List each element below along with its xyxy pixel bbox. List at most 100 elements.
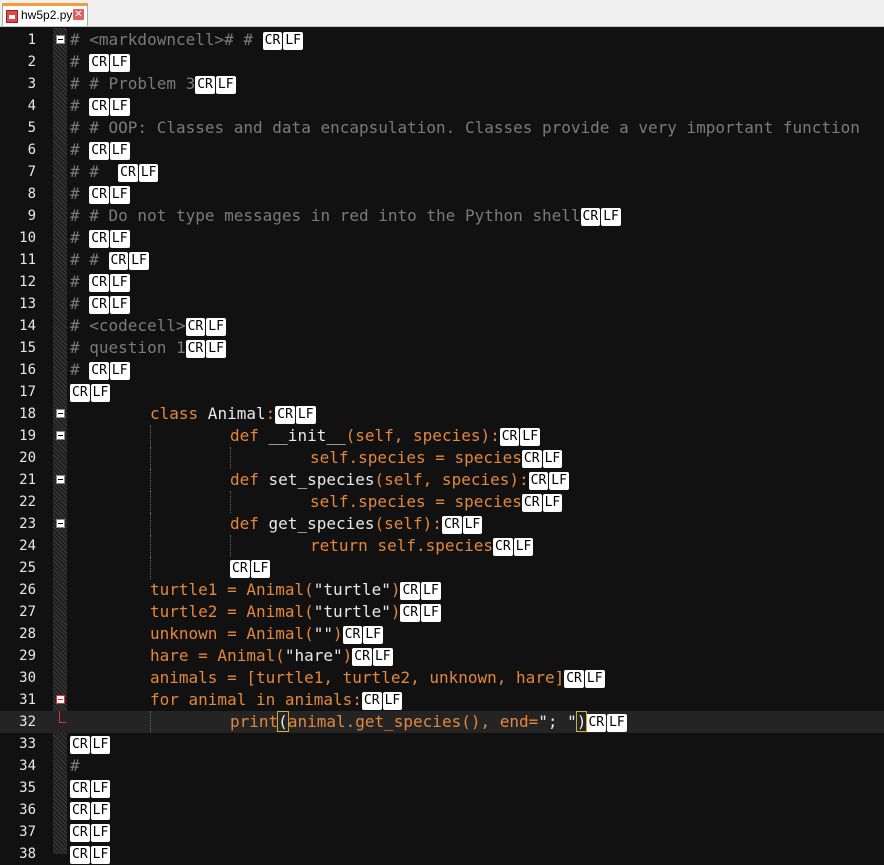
code-text[interactable]: CR LF [70,381,111,403]
code-text[interactable]: hare = Animal("hare") CR LF [150,645,394,667]
code-text[interactable]: CR LF [70,799,111,821]
code-text[interactable]: # CR LF [70,139,131,161]
code-line[interactable]: 16 # CR LF [0,359,884,381]
code-line[interactable]: 9 # # Do not type messages in red into th… [0,205,884,227]
code-text[interactable]: return self.species CR LF [310,535,534,557]
close-icon[interactable]: ✕ [73,9,84,20]
code-line[interactable]: 18 class Animal: CR LF [0,403,884,425]
code-editor[interactable]: 1 # <markdowncell># # CR LF 2 # CR LF 3 # # Pro… [0,28,884,864]
eol-lf-marker: LF [607,714,627,732]
code-token: # <markdowncell># # [70,30,263,49]
code-text[interactable]: # <markdowncell># # CR LF [70,29,304,51]
code-text[interactable]: unknown = Animal("") CR LF [150,623,384,645]
code-text[interactable]: CR LF [70,843,111,865]
code-token: print [230,712,279,731]
code-text[interactable]: # CR LF [70,359,131,381]
code-line[interactable]: 8 # CR LF [0,183,884,205]
code-line[interactable]: 38 CR LF [0,843,884,865]
code-line[interactable]: 19 def __init__(self, species): CR LF [0,425,884,447]
code-line[interactable]: 3 # # Problem 3 CR LF [0,73,884,95]
code-text[interactable]: # # Do not type messages in red into the… [70,205,622,227]
code-token: # # Do not type messages in red into the… [70,206,581,225]
code-text[interactable]: animals = [turtle1, turtle2, unknown, ha… [150,667,606,689]
code-line[interactable]: 36 CR LF [0,799,884,821]
code-text[interactable]: CR LF [230,557,271,579]
code-line[interactable]: 10 # CR LF [0,227,884,249]
code-token: # # OOP: Classes and data encapsulation.… [70,118,860,137]
line-number: 17 [19,384,36,400]
code-text[interactable]: # CR LF [70,183,131,205]
fold-toggle-icon[interactable] [56,409,65,418]
line-number: 4 [27,98,36,114]
code-line[interactable]: 13 # CR LF [0,293,884,315]
code-line[interactable]: 35 CR LF [0,777,884,799]
code-text[interactable]: turtle1 = Animal("turtle") CR LF [150,579,442,601]
code-line[interactable]: 32 print(animal.get_species(), end="; ") C… [0,711,884,733]
code-line[interactable]: 29 hare = Animal("hare") CR LF [0,645,884,667]
code-text[interactable]: for animal in animals: CR LF [150,689,403,711]
code-line[interactable]: 37 CR LF [0,821,884,843]
code-text[interactable]: class Animal: CR LF [150,403,317,425]
code-line[interactable]: 26 turtle1 = Animal("turtle") CR LF [0,579,884,601]
code-line[interactable]: 30 animals = [turtle1, turtle2, unknown, … [0,667,884,689]
code-line[interactable]: 6 # CR LF [0,139,884,161]
code-text[interactable]: # # OOP: Classes and data encapsulation.… [70,117,860,139]
code-line[interactable]: 34 # [0,755,884,777]
code-line[interactable]: 24 return self.species CR LF [0,535,884,557]
code-text[interactable]: # CR LF [70,271,131,293]
code-token: # # Problem 3 [70,74,196,93]
eol-cr-marker: CR [70,846,90,864]
code-text[interactable]: # CR LF [70,51,131,73]
fold-toggle-icon[interactable] [56,695,65,704]
code-line[interactable]: 4 # CR LF [0,95,884,117]
code-text[interactable]: CR LF [70,821,111,843]
code-text[interactable]: CR LF [70,733,111,755]
code-text[interactable]: self.species = species CR LF [310,447,563,469]
code-line[interactable]: 5 # # OOP: Classes and data encapsulation… [0,117,884,139]
code-text[interactable]: # CR LF [70,227,131,249]
code-text[interactable]: def __init__(self, species): CR LF [230,425,541,447]
code-line[interactable]: 22 self.species = species CR LF [0,491,884,513]
code-text[interactable]: turtle2 = Animal("turtle") CR LF [150,601,442,623]
eol-cr-marker: CR [89,230,109,248]
code-text[interactable]: # [70,755,80,777]
code-line[interactable]: 28 unknown = Animal("") CR LF [0,623,884,645]
eol-lf-marker: LF [90,802,111,820]
code-text[interactable]: # CR LF [70,293,131,315]
code-text[interactable]: # CR LF [70,95,131,117]
code-line[interactable]: 25 CR LF [0,557,884,579]
code-line[interactable]: 12 # CR LF [0,271,884,293]
code-line[interactable]: 23 def get_species(self): CR LF [0,513,884,535]
fold-toggle-icon[interactable] [56,519,65,528]
code-text[interactable]: CR LF [70,777,111,799]
code-line[interactable]: 14 # <codecell> CR LF [0,315,884,337]
code-text[interactable]: def get_species(self): CR LF [230,513,483,535]
code-text[interactable]: # question 1 CR LF [70,337,227,359]
fold-toggle-icon[interactable] [56,431,65,440]
code-line[interactable]: 2 # CR LF [0,51,884,73]
code-text[interactable]: # # CR LF [70,249,150,271]
code-text[interactable]: print(animal.get_species(), end="; ") CR L… [230,711,628,733]
code-text[interactable]: def set_species(self, species): CR LF [230,469,570,491]
code-text[interactable]: self.species = species CR LF [310,491,563,513]
eol-cr-marker: CR [118,164,138,182]
code-line[interactable]: 31 for animal in animals: CR LF [0,689,884,711]
code-line[interactable]: 1 # <markdowncell># # CR LF [0,29,884,51]
code-line[interactable]: 17 CR LF [0,381,884,403]
code-line[interactable]: 27 turtle2 = Animal("turtle") CR LF [0,601,884,623]
code-line[interactable]: 20 self.species = species CR LF [0,447,884,469]
code-token: # <codecell> [70,316,186,335]
code-line[interactable]: 7 # # CR LF [0,161,884,183]
code-text[interactable]: # # Problem 3 CR LF [70,73,237,95]
code-line[interactable]: 15 # question 1 CR LF [0,337,884,359]
code-line[interactable]: 33 CR LF [0,733,884,755]
code-text[interactable]: # <codecell> CR LF [70,315,227,337]
fold-toggle-icon[interactable] [56,35,65,44]
fold-toggle-icon[interactable] [56,475,65,484]
code-line[interactable]: 11 # # CR LF [0,249,884,271]
line-number: 14 [19,318,36,334]
tab-hw5p2[interactable]: hw5p2.py ✕ [2,3,88,26]
eol-cr-marker: CR [400,582,421,600]
code-line[interactable]: 21 def set_species(self, species): CR LF [0,469,884,491]
code-text[interactable]: # # CR LF [70,161,159,183]
